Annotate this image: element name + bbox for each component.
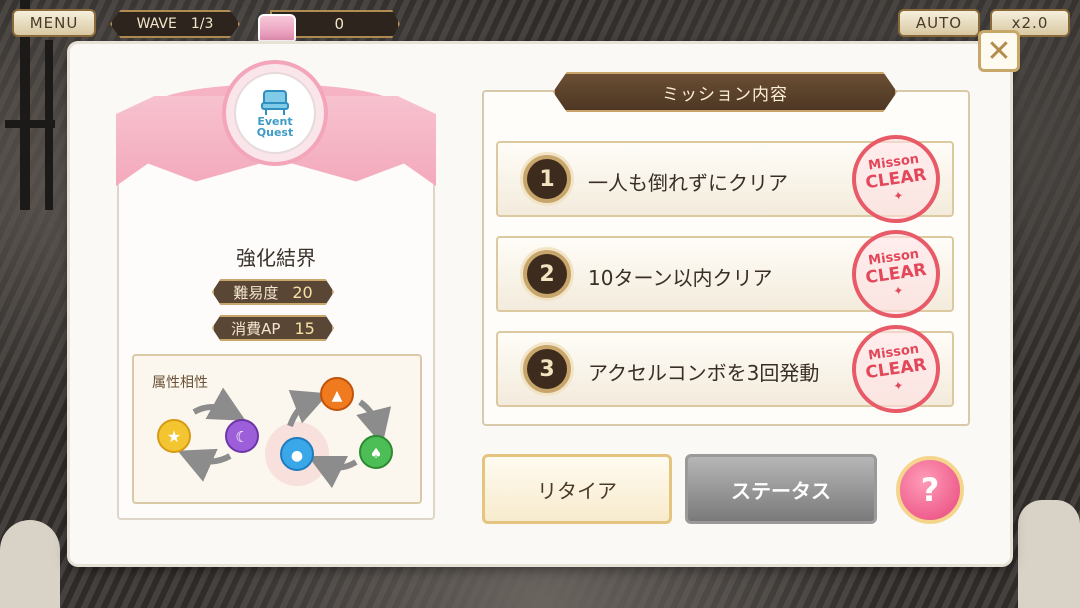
light-orb-icon: ★ — [157, 419, 191, 453]
mission-number: 3 — [520, 342, 574, 396]
difficulty-label: 難易度 — [233, 283, 279, 302]
auto-button[interactable]: AUTO — [898, 9, 980, 37]
mission-text: 10ターン以内クリア — [588, 266, 773, 290]
question-icon: ? — [920, 471, 940, 509]
retire-button[interactable]: リタイア — [482, 454, 672, 524]
close-icon: ✕ — [986, 33, 1012, 69]
svg-text:▲: ▲ — [332, 388, 343, 404]
event-quest-badge: Event Quest — [222, 60, 328, 166]
mannequin — [0, 520, 60, 608]
arrow — [287, 389, 329, 428]
mission-header: ミッション内容 — [553, 72, 897, 112]
svg-text:●: ● — [291, 448, 303, 464]
status-button[interactable]: ステータス — [685, 454, 877, 524]
arrow — [177, 448, 232, 482]
svg-text:☾: ☾ — [235, 428, 248, 446]
arrow — [192, 387, 246, 421]
svg-text:♠: ♠ — [370, 446, 383, 462]
fire-orb-icon: ▲ — [320, 377, 354, 411]
close-button[interactable]: ✕ — [978, 30, 1020, 72]
sparkle-icon: ✦ — [892, 282, 905, 298]
arrow — [307, 455, 358, 489]
wood-orb-icon: ♠ — [359, 435, 393, 469]
mission-text: 一人も倒れずにクリア — [588, 171, 788, 195]
svg-text:★: ★ — [167, 427, 181, 446]
mission-number: 1 — [520, 152, 574, 206]
wave-value: 1/3 — [190, 16, 214, 32]
wave-indicator: WAVE 1/3 — [110, 10, 240, 38]
help-button[interactable]: ? — [896, 456, 964, 524]
treasure-count: 0 — [334, 15, 344, 33]
ap-value: 15 — [294, 318, 315, 338]
badge-line2: Quest — [256, 126, 294, 139]
sparkle-icon: ✦ — [892, 377, 905, 393]
attribute-diagram: ★ ☾ ▲ ♠ ● — [157, 377, 393, 489]
background-tree — [5, 120, 55, 128]
mission-number: 2 — [520, 247, 574, 301]
treasure-chest-icon — [258, 14, 296, 42]
sparkle-icon: ✦ — [892, 187, 905, 203]
quest-title: 強化結界 — [236, 246, 316, 270]
ap-cost-badge: 消費AP 15 — [212, 315, 334, 341]
dark-orb-icon: ☾ — [225, 419, 259, 453]
difficulty-badge: 難易度 20 — [212, 279, 334, 305]
arrow — [356, 399, 392, 446]
wave-label: WAVE — [136, 16, 177, 32]
menu-button[interactable]: MENU — [12, 9, 96, 37]
ap-label: 消費AP — [231, 319, 281, 338]
mannequin — [1018, 500, 1080, 608]
difficulty-value: 20 — [292, 282, 313, 302]
water-orb-icon: ● — [280, 437, 314, 471]
mission-text: アクセルコンボを3回発動 — [588, 361, 820, 385]
chair-icon — [261, 90, 289, 115]
